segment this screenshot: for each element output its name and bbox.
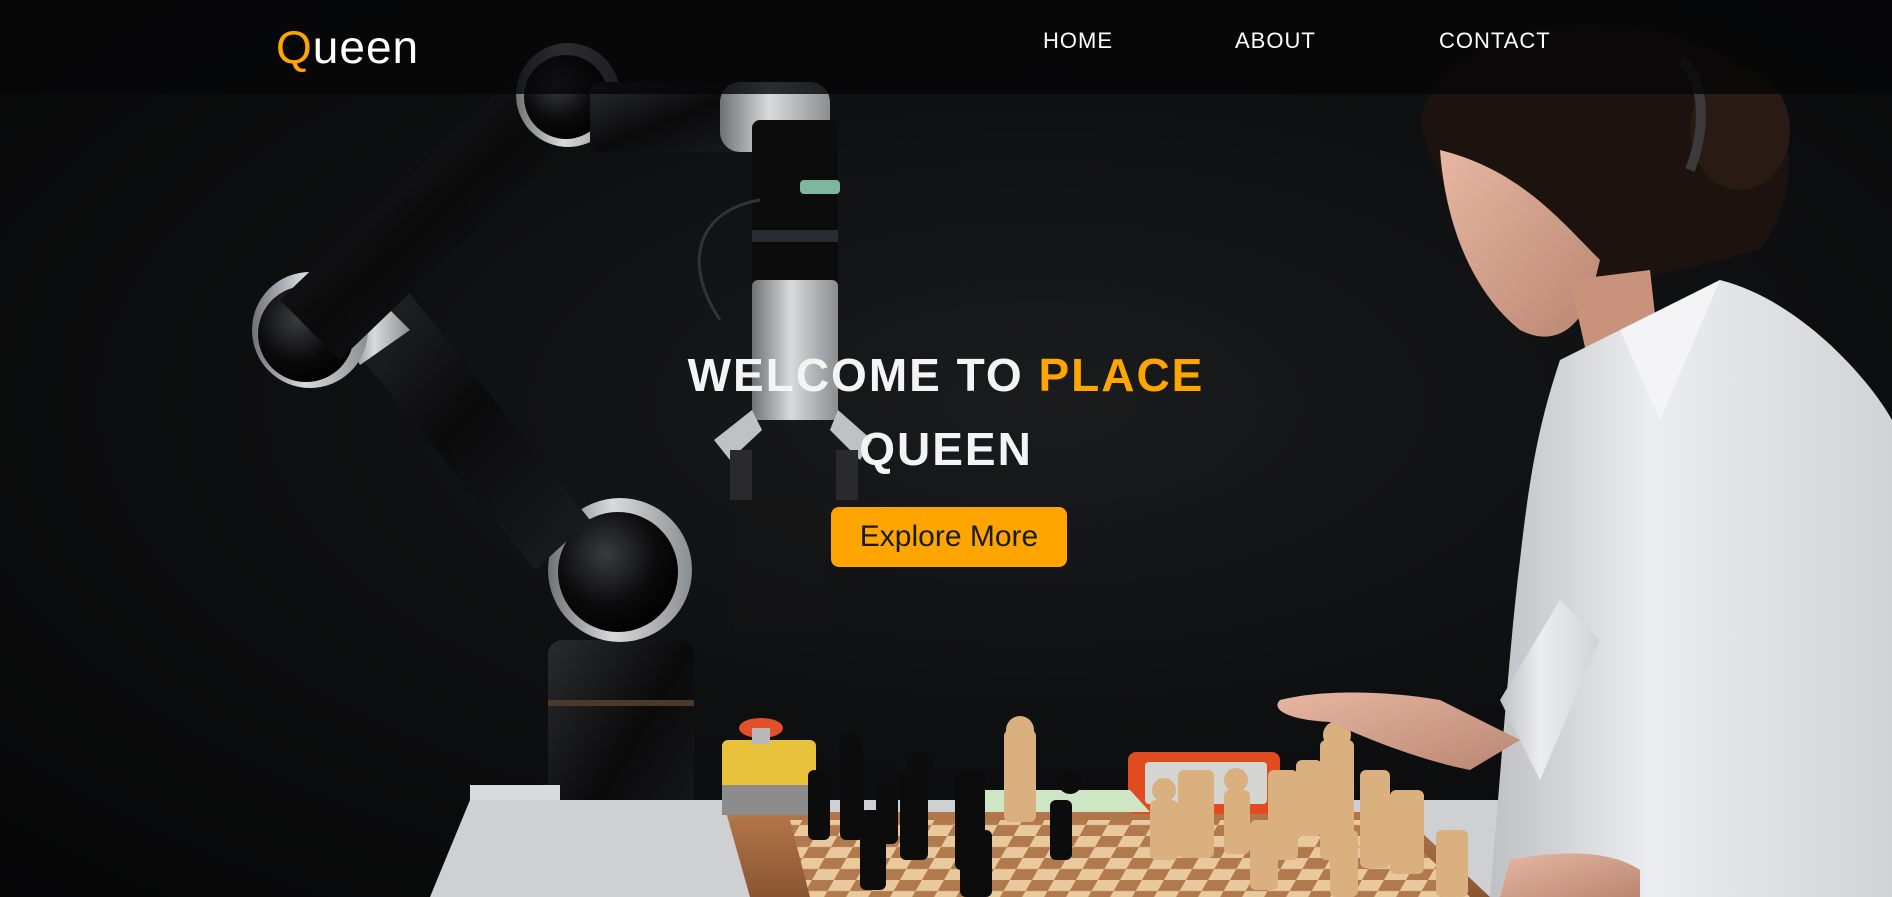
nav-link-home[interactable]: HOME bbox=[1043, 28, 1113, 54]
headline-part1: WELCOME TO bbox=[687, 349, 1039, 401]
nav-link-contact[interactable]: CONTACT bbox=[1439, 28, 1551, 54]
explore-more-button[interactable]: Explore More bbox=[831, 507, 1067, 567]
headline-line2: QUEEN bbox=[859, 423, 1033, 475]
hero-headline: WELCOME TO PLACE QUEEN bbox=[646, 338, 1246, 486]
headline-accent: PLACE bbox=[1038, 349, 1205, 401]
nav-link-about[interactable]: ABOUT bbox=[1235, 28, 1316, 54]
logo-rest: ueen bbox=[312, 21, 420, 73]
woman-player bbox=[1277, 24, 1892, 897]
hero-section: Queen HOME ABOUT CONTACT WELCOME TO PLAC… bbox=[0, 0, 1892, 897]
navbar: Queen HOME ABOUT CONTACT bbox=[0, 0, 1892, 94]
logo-first-letter: Q bbox=[276, 21, 313, 73]
brand-logo[interactable]: Queen bbox=[276, 20, 419, 74]
